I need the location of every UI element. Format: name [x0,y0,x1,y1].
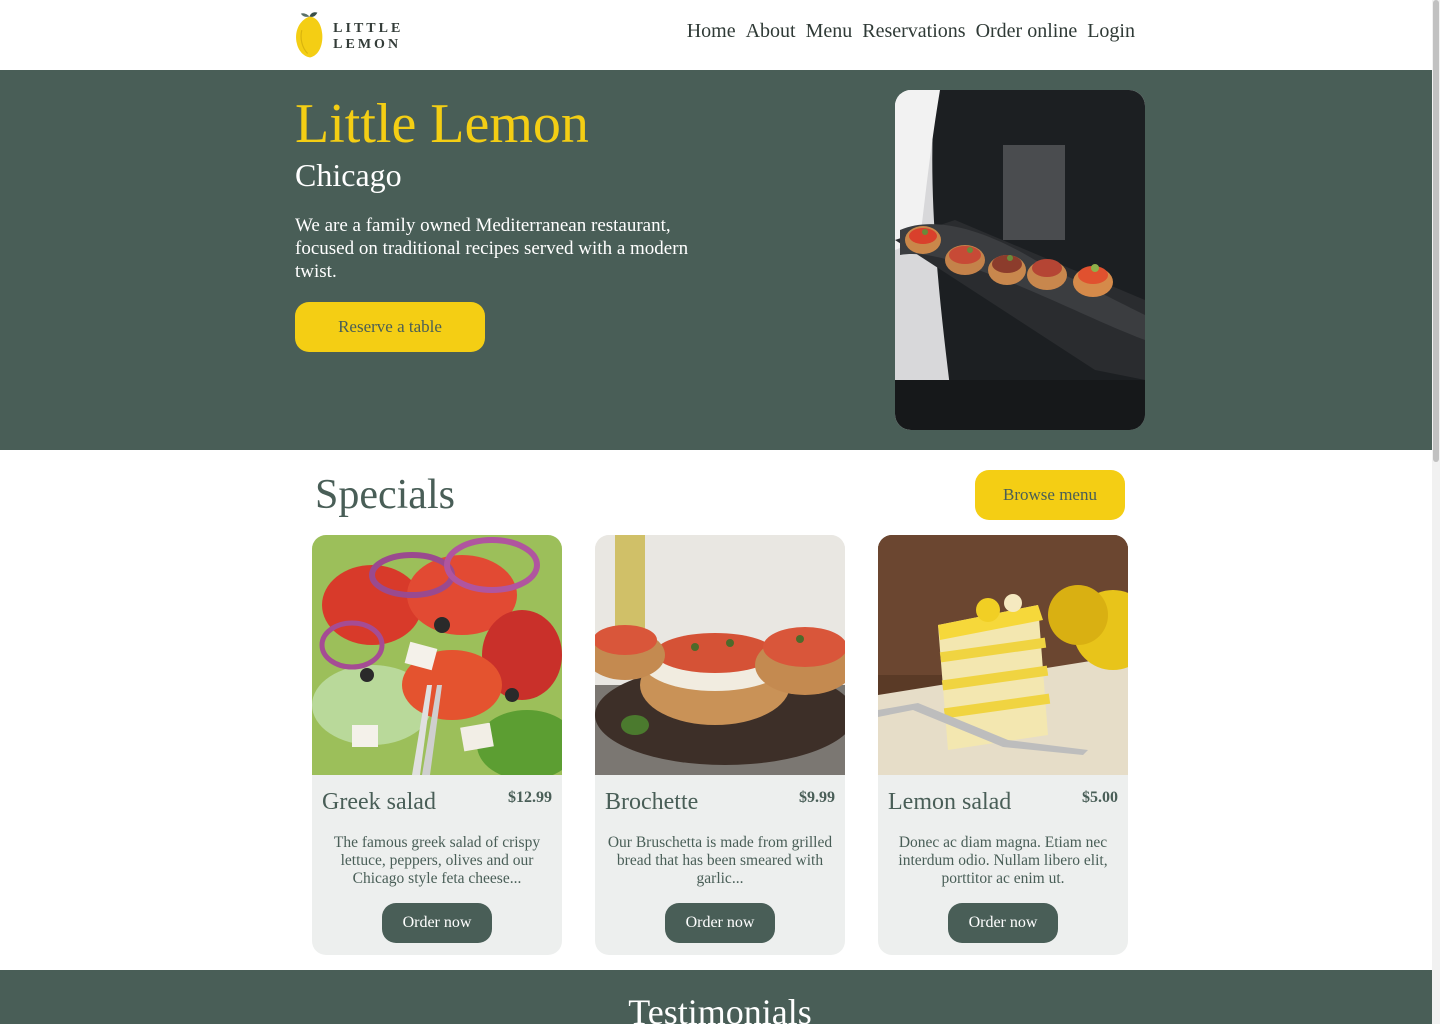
logo[interactable]: LITTLE LEMON [294,10,474,60]
hero-section: Little Lemon Chicago We are a family own… [0,70,1440,450]
special-card-brochette: Brochette $9.99 Our Bruschetta is made f… [595,535,845,955]
dish-price: $5.00 [1082,789,1118,806]
nav-order-online[interactable]: Order online [976,20,1078,43]
page-scrollbar[interactable] [1432,0,1440,1024]
main-nav: Home About Menu Reservations Order onlin… [687,20,1135,43]
special-card-greek-salad: Greek salad $12.99 The famous greek sala… [312,535,562,955]
card-image [878,535,1128,775]
card-header: Lemon salad $5.00 [888,789,1118,819]
hero-image [895,90,1145,430]
lemon-logo-icon [296,12,323,58]
testimonials-title: Testimonials [628,992,812,1024]
nav-about[interactable]: About [746,20,796,43]
specials-title: Specials [315,472,455,518]
special-card-lemon-salad: Lemon salad $5.00 Donec ac diam magna. E… [878,535,1128,955]
dish-description: The famous greek salad of crispy lettuce… [333,834,541,887]
order-now-button[interactable]: Order now [382,903,492,943]
logo-text: LITTLE LEMON [333,21,404,52]
waiter-serving-bruschetta-image [895,90,1145,430]
hero-title: Little Lemon [295,93,589,155]
testimonials-section: Testimonials [0,970,1440,1024]
hero-subtitle: Chicago [295,157,402,193]
reserve-table-button[interactable]: Reserve a table [295,302,485,352]
dish-price: $12.99 [508,789,552,806]
card-header: Greek salad $12.99 [322,789,552,819]
dish-name: Greek salad [322,789,436,815]
nav-reservations[interactable]: Reservations [862,20,965,43]
nav-menu[interactable]: Menu [806,20,853,43]
greek-salad-image [312,535,562,775]
card-header: Brochette $9.99 [605,789,835,819]
order-now-button[interactable]: Order now [948,903,1058,943]
dish-name: Brochette [605,789,699,815]
lemon-cake-image [878,535,1128,775]
scrollbar-thumb[interactable] [1433,0,1439,462]
hero-description: We are a family owned Mediterranean rest… [295,215,689,282]
order-now-button[interactable]: Order now [665,903,775,943]
dish-price: $9.99 [799,789,835,806]
dish-description: Our Bruschetta is made from grilled brea… [607,834,833,887]
dish-description: Donec ac diam magna. Etiam nec interdum … [898,834,1108,887]
card-image [312,535,562,775]
nav-home[interactable]: Home [687,20,736,43]
card-image [595,535,845,775]
nav-login[interactable]: Login [1087,20,1135,43]
browse-menu-button[interactable]: Browse menu [975,470,1125,520]
bruschetta-image [595,535,845,775]
site-header: LITTLE LEMON Home About Menu Reservation… [0,0,1440,70]
dish-name: Lemon salad [888,789,1012,815]
